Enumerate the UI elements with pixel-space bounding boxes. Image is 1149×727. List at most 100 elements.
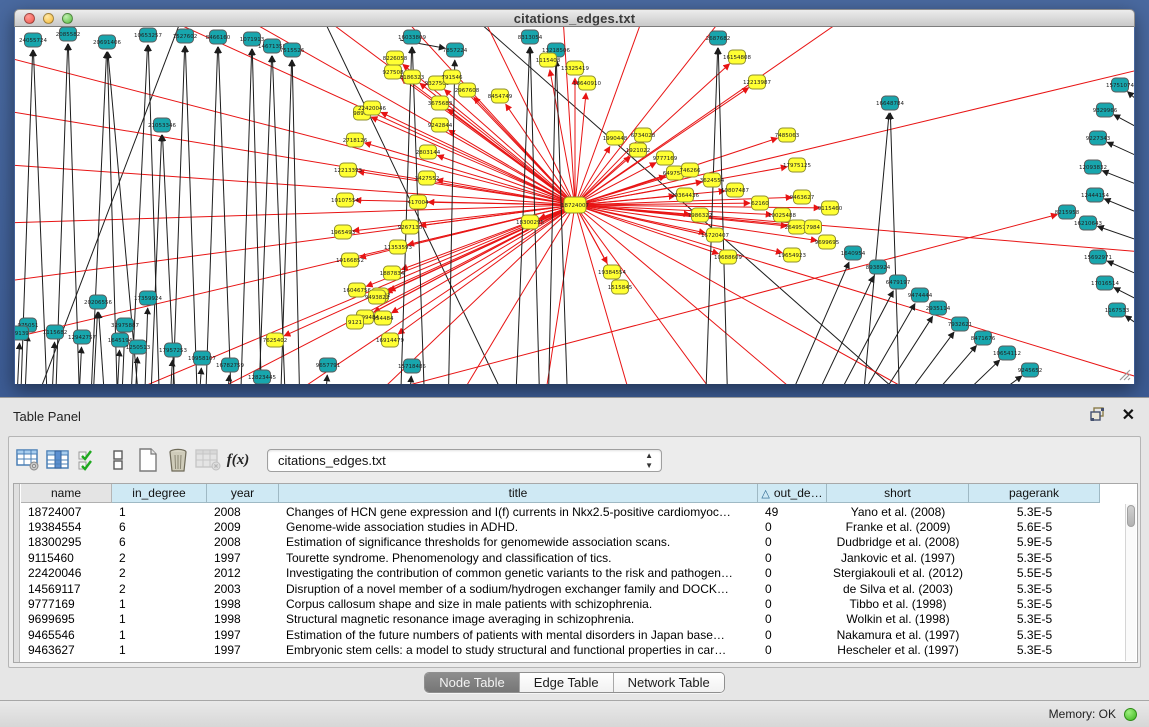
table-cell[interactable]: 0 — [758, 582, 827, 596]
table-row[interactable]: 969969511998Structural magnetic resonanc… — [21, 612, 1125, 627]
tab-network-table[interactable]: Network Table — [614, 673, 724, 692]
table-row[interactable]: 946554611997Estimation of the future num… — [21, 627, 1125, 642]
table-cell[interactable]: Jankovic et al. (1997) — [827, 551, 969, 565]
network-node[interactable]: 18640910 — [573, 76, 601, 90]
network-node[interactable]: 1167533 — [1105, 303, 1130, 317]
network-node[interactable]: 8471676 — [971, 331, 996, 345]
network-node[interactable]: 9699695 — [815, 235, 840, 249]
network-node[interactable]: 19384554 — [598, 265, 626, 279]
network-node[interactable]: 3624554 — [700, 173, 725, 187]
network-node[interactable]: 20691406 — [93, 35, 121, 49]
select-all-icon[interactable] — [73, 445, 103, 475]
table-cell[interactable]: 5.5E-5 — [969, 566, 1100, 580]
network-node[interactable]: 2967608 — [455, 83, 480, 97]
network-node[interactable]: 19654923 — [778, 248, 806, 262]
table-cell[interactable]: Tourette syndrome. Phenomenology and cla… — [279, 551, 758, 565]
network-node[interactable]: 9121 — [347, 315, 364, 329]
network-node[interactable]: 13325419 — [561, 61, 589, 75]
tab-edge-table[interactable]: Edge Table — [520, 673, 614, 692]
network-window[interactable]: citations_edges.txt 24055724208558220691… — [14, 9, 1135, 384]
table-row[interactable]: 1938455462009Genome-wide association stu… — [21, 519, 1125, 534]
network-node[interactable]: 9493822 — [365, 290, 390, 304]
network-node[interactable]: 10107554 — [331, 193, 359, 207]
memory-status-indicator[interactable] — [1124, 708, 1137, 721]
network-node[interactable]: 10807487 — [721, 183, 749, 197]
table-cell[interactable]: 5.3E-5 — [969, 643, 1100, 657]
network-node[interactable]: 10688609 — [714, 250, 742, 264]
hub-node[interactable]: 18724007 — [561, 197, 589, 213]
table-cell[interactable]: 1 — [112, 597, 207, 611]
network-node[interactable]: 20364436 — [671, 188, 699, 202]
table-row[interactable]: 2242004622012Investigating the contribut… — [21, 566, 1125, 581]
table-cell[interactable]: 18300295 — [21, 535, 112, 549]
network-node[interactable]: 9115460 — [818, 201, 843, 215]
table-cell[interactable]: 1997 — [207, 551, 279, 565]
network-node[interactable]: 12942757 — [68, 330, 96, 344]
table-cell[interactable]: Wolkin et al. (1998) — [827, 612, 969, 626]
network-node[interactable]: 16648784 — [876, 96, 904, 110]
network-node[interactable]: 10653257 — [134, 28, 162, 42]
network-node[interactable]: 7515526 — [280, 43, 305, 57]
resize-grip[interactable] — [1117, 367, 1131, 381]
network-node[interactable]: 1921022 — [626, 143, 651, 157]
network-node[interactable]: 2718126 — [343, 133, 368, 147]
network-node[interactable]: 12444154 — [1081, 188, 1109, 202]
table-cell[interactable]: Dudbridge et al. (2008) — [827, 535, 969, 549]
network-node[interactable]: 11353593 — [384, 240, 412, 254]
column-header-short[interactable]: short — [827, 484, 969, 503]
network-node[interactable]: 19166852 — [336, 253, 364, 267]
column-header-in_degree[interactable]: in_degree — [112, 484, 207, 503]
table-cell[interactable]: Nakamura et al. (1997) — [827, 628, 969, 642]
table-cell[interactable]: Stergiakouli et al. (2012) — [827, 566, 969, 580]
table-cell[interactable]: 0 — [758, 612, 827, 626]
network-node[interactable]: 8454749 — [488, 89, 513, 103]
network-node[interactable]: 2803144 — [416, 145, 441, 159]
table-cell[interactable]: 5.9E-5 — [969, 535, 1100, 549]
delete-icon[interactable] — [163, 445, 193, 475]
network-canvas[interactable]: 2405572420855822069140610653257152760284… — [15, 27, 1134, 384]
network-node[interactable]: 6734028 — [631, 128, 656, 142]
table-cell[interactable]: 1998 — [207, 612, 279, 626]
table-cell[interactable]: 1998 — [207, 597, 279, 611]
table-cell[interactable]: 0 — [758, 597, 827, 611]
table-cell[interactable]: Corpus callosum shape and size in male p… — [279, 597, 758, 611]
network-node[interactable]: 8226058 — [383, 51, 408, 65]
network-node[interactable]: 6479197 — [886, 275, 911, 289]
table-cell[interactable]: Embryonic stem cells: a model to study s… — [279, 643, 758, 657]
network-node[interactable]: 3675683 — [428, 96, 453, 110]
table-cell[interactable]: 1 — [112, 612, 207, 626]
scrollbar-thumb[interactable] — [1127, 505, 1135, 527]
table-cell[interactable]: de Silva et al. (2003) — [827, 582, 969, 596]
network-node[interactable]: 12213393 — [334, 163, 362, 177]
table-cell[interactable]: Estimation of significance thresholds fo… — [279, 535, 758, 549]
table-row[interactable]: 977716911998Corpus callosum shape and si… — [21, 596, 1125, 611]
network-node[interactable]: 9657791 — [316, 358, 341, 372]
table-cell[interactable]: 5.3E-5 — [969, 582, 1100, 596]
network-node[interactable]: 8186323 — [400, 70, 425, 84]
table-selector-dropdown[interactable]: citations_edges.txt ▲▼ — [267, 449, 662, 472]
network-node[interactable]: 7485063 — [775, 128, 800, 142]
network-node[interactable]: 1115682 — [43, 325, 68, 339]
table-cell[interactable]: Investigating the contribution of common… — [279, 566, 758, 580]
network-node[interactable]: 62160 — [751, 196, 769, 210]
table-cell[interactable]: 6 — [112, 535, 207, 549]
network-node[interactable]: 3427552 — [415, 171, 440, 185]
table-cell[interactable]: 2 — [112, 566, 207, 580]
tab-node-table[interactable]: Node Table — [425, 673, 520, 692]
table-cell[interactable]: 5.3E-5 — [969, 628, 1100, 642]
table-cell[interactable]: 5.3E-5 — [969, 612, 1100, 626]
table-cell[interactable]: 5.3E-5 — [969, 505, 1100, 519]
network-node[interactable]: 9474444 — [908, 288, 933, 302]
new-document-icon[interactable] — [133, 445, 163, 475]
table-cell[interactable]: 9463627 — [21, 643, 112, 657]
table-cell[interactable]: 9777169 — [21, 597, 112, 611]
table-cell[interactable]: 2003 — [207, 582, 279, 596]
table-cell[interactable]: 0 — [758, 643, 827, 657]
table-cell[interactable]: 22420046 — [21, 566, 112, 580]
network-node[interactable]: 20206556 — [84, 295, 112, 309]
table-cell[interactable]: 19384554 — [21, 520, 112, 534]
network-node[interactable]: 39139 — [15, 326, 29, 340]
table-row[interactable]: 1872400712008Changes of HCN gene express… — [21, 504, 1125, 519]
table-cell[interactable]: 1 — [112, 628, 207, 642]
table-row[interactable]: 1830029562008Estimation of significance … — [21, 535, 1125, 550]
